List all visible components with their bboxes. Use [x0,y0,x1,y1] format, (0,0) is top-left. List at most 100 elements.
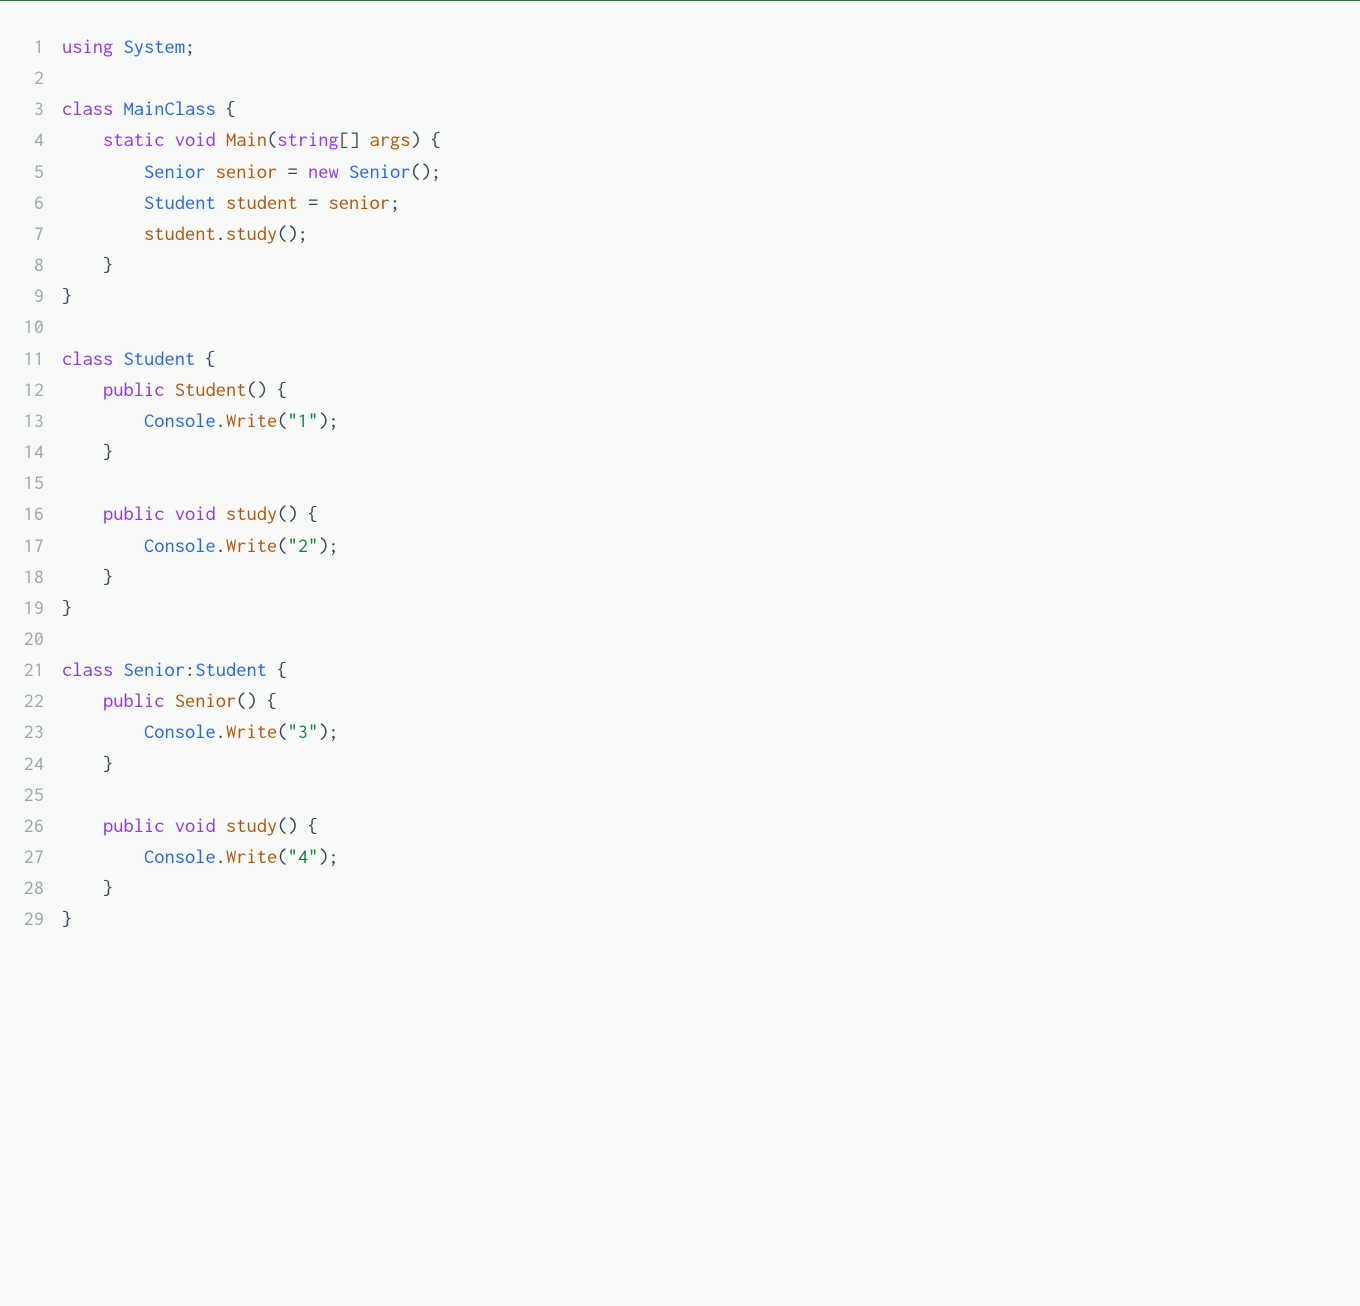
code-token: : [185,658,195,680]
code-token [62,814,103,836]
code-token [62,160,144,182]
line-content: public Student() { [62,374,1360,405]
code-token: "3" [288,720,319,742]
line-number: 15 [20,467,62,498]
code-token: } [62,752,113,774]
code-line: 9} [20,280,1360,311]
code-token: Write [226,845,277,867]
code-token: () { [277,814,318,836]
code-token: } [62,565,113,587]
code-token: Console [144,409,216,431]
code-token: [] [339,128,370,150]
code-token [206,160,216,182]
code-token: () { [277,502,318,524]
code-token: ) { [411,128,442,150]
code-line: 3class MainClass { [20,93,1360,124]
line-number: 19 [20,592,62,623]
line-content: } [62,872,1360,903]
code-token: using [62,35,124,57]
code-token: (); [411,160,442,182]
line-content: } [62,249,1360,280]
code-token: ); [318,720,339,742]
code-token: { [216,97,237,119]
code-token: . [216,845,226,867]
code-token: class [62,347,124,369]
code-token [62,378,103,400]
line-number: 13 [20,405,62,436]
line-number: 24 [20,748,62,779]
code-token: } [62,440,113,462]
line-content [62,467,1360,498]
code-token [62,534,144,556]
line-content: student.study(); [62,218,1360,249]
line-content: } [62,436,1360,467]
code-token: = [277,160,308,182]
code-token: senior [329,191,391,213]
code-token: student [226,191,298,213]
line-number: 20 [20,623,62,654]
line-number: 16 [20,498,62,529]
line-number: 4 [20,124,62,155]
code-line: 25 [20,779,1360,810]
code-token [62,720,144,742]
line-content: Console.Write("2"); [62,530,1360,561]
code-token: ); [318,409,339,431]
code-token: class [62,658,124,680]
code-line: 11class Student { [20,343,1360,374]
code-line: 18 } [20,561,1360,592]
code-token: study [226,814,277,836]
code-line: 17 Console.Write("2"); [20,530,1360,561]
line-content [62,311,1360,342]
line-number: 8 [20,249,62,280]
code-line: 21class Senior:Student { [20,654,1360,685]
code-token: public [103,689,175,711]
line-content: public void study() { [62,498,1360,529]
line-number: 1 [20,31,62,62]
code-line: 13 Console.Write("1"); [20,405,1360,436]
code-line: 10 [20,311,1360,342]
code-line: 2 [20,62,1360,93]
code-line: 4 static void Main(string[] args) { [20,124,1360,155]
line-content: } [62,561,1360,592]
code-token: . [216,720,226,742]
code-line: 22 public Senior() { [20,685,1360,716]
code-token: Senior [124,658,186,680]
code-token: } [62,876,113,898]
line-number: 9 [20,280,62,311]
code-token: Student [175,378,247,400]
code-token [62,222,144,244]
line-number: 12 [20,374,62,405]
line-content [62,779,1360,810]
line-content: Console.Write("1"); [62,405,1360,436]
code-token: (); [277,222,308,244]
code-token: Write [226,409,277,431]
line-content [62,623,1360,654]
code-token: ; [185,35,195,57]
code-line: 20 [20,623,1360,654]
line-content: class Student { [62,343,1360,374]
code-line: 6 Student student = senior; [20,187,1360,218]
code-token: public [103,378,175,400]
line-number: 27 [20,841,62,872]
line-number: 25 [20,779,62,810]
code-token [62,409,144,431]
code-token: Senior [144,160,206,182]
line-number: 22 [20,685,62,716]
code-token [62,128,103,150]
code-token: student [144,222,216,244]
line-content: class MainClass { [62,93,1360,124]
code-token: { [195,347,216,369]
code-token: Student [124,347,196,369]
code-token: MainClass [124,97,216,119]
code-token: ( [267,128,277,150]
line-number: 21 [20,654,62,685]
code-token: } [62,596,72,618]
code-token: Senior [349,160,411,182]
code-token: "1" [288,409,319,431]
code-token: args [370,128,411,150]
code-line: 8 } [20,249,1360,280]
code-token: . [216,409,226,431]
line-content [62,62,1360,93]
line-content: public Senior() { [62,685,1360,716]
line-content: Senior senior = new Senior(); [62,156,1360,187]
